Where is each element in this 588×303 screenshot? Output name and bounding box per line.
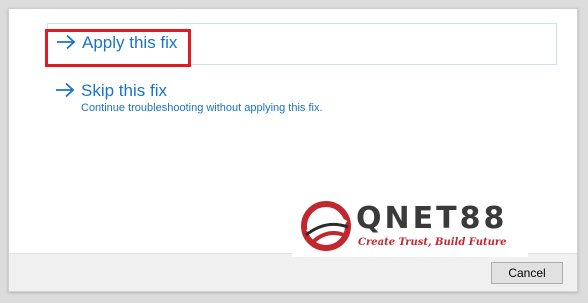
cancel-button[interactable]: Cancel [491,262,563,284]
watermark: QNET88 Create Trust, Build Future [292,195,528,257]
apply-fix-title: Apply this fix [82,33,178,52]
dialog-footer: Cancel [9,253,577,291]
skip-fix-description: Continue troubleshooting without applyin… [81,102,323,114]
arrow-right-icon [56,82,75,98]
apply-fix-option[interactable]: Apply this fix [47,23,557,65]
skip-fix-option[interactable]: Skip this fix Continue troubleshooting w… [47,81,557,121]
skip-fix-title: Skip this fix [81,81,167,100]
arrow-right-icon [57,34,76,50]
qnet88-logo-icon [301,201,351,251]
watermark-tagline: Create Trust, Build Future [358,237,507,248]
watermark-brand: QNET88 [356,201,508,236]
